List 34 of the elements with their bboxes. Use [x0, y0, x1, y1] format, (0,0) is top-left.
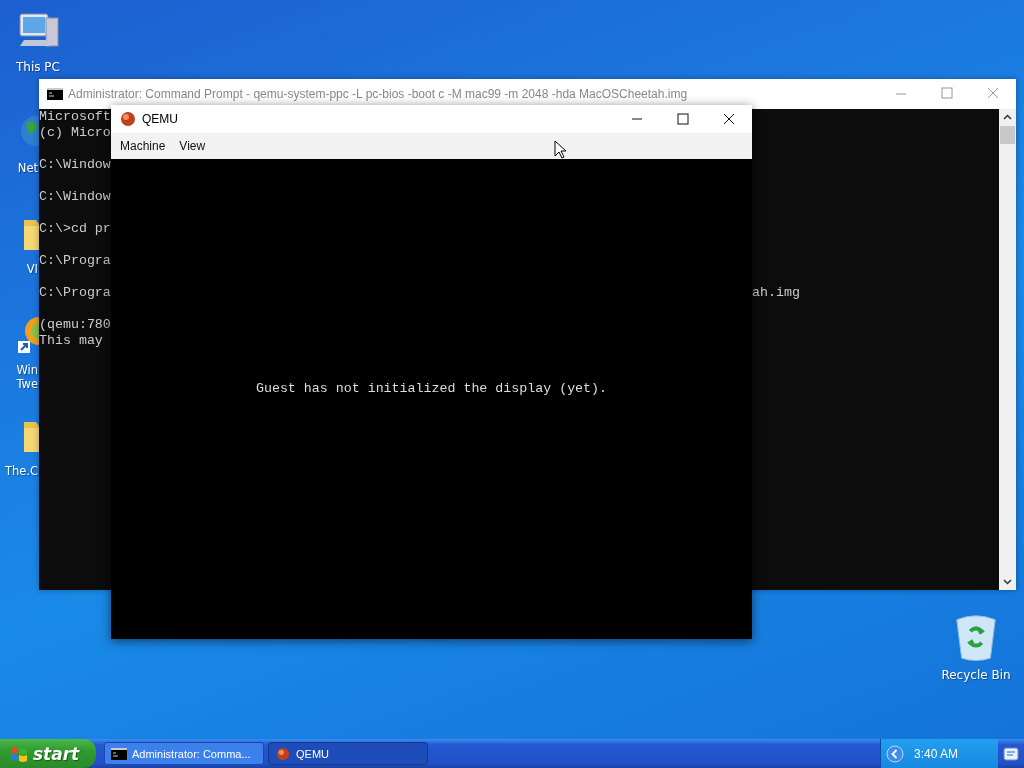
- taskbar-button[interactable]: Administrator: Comma...: [104, 742, 264, 765]
- app-icon: [275, 746, 291, 761]
- console-line: (c) Micro: [39, 125, 111, 140]
- clock: 3:40 AM: [914, 746, 959, 761]
- console-line: (qemu:780: [39, 317, 111, 332]
- menu-item[interactable]: View: [173, 137, 212, 155]
- console-line: C:\Window: [39, 157, 111, 172]
- console-line: This may: [39, 333, 103, 348]
- window-title: Administrator: Command Prompt - qemu-system-ppc -L pc-bios -boot c -M mac99 -m 2048 -hda MacOSCheetah.img: [68, 87, 689, 101]
- app-icon: [120, 111, 136, 127]
- icon-label: The.C: [3, 464, 38, 478]
- command-prompt-icon: [47, 88, 63, 100]
- console-line: C:\Progra: [39, 253, 111, 268]
- menu-item[interactable]: Machine: [114, 137, 172, 155]
- icon-label: This PC: [16, 60, 60, 74]
- console-line: C:\>cd pr: [39, 221, 111, 236]
- scroll-thumb[interactable]: [1000, 126, 1015, 144]
- icon-label: Net: [16, 161, 38, 175]
- window-title: QEMU: [142, 112, 179, 126]
- icon-label: VI: [25, 262, 38, 276]
- windows-logo-icon: [10, 744, 28, 763]
- start-button[interactable]: start: [0, 739, 96, 768]
- icon-label: Recycle Bin: [941, 668, 1011, 682]
- console-line: ah.img: [752, 285, 800, 301]
- display-message: Guest has not initialized the display (yet).: [255, 381, 608, 397]
- command-prompt-icon: [111, 746, 127, 761]
- console-line: Microsoft: [39, 109, 111, 124]
- show-desktop-icon[interactable]: [1003, 745, 1019, 762]
- console-line: C:\Progra: [39, 285, 111, 300]
- console-line: C:\Window: [39, 189, 111, 204]
- taskbar-button[interactable]: QEMU: [268, 742, 428, 765]
- icon-label: Win Twe: [15, 363, 38, 391]
- chevron-icon[interactable]: [886, 744, 904, 763]
- scrollbar[interactable]: [999, 109, 1016, 590]
